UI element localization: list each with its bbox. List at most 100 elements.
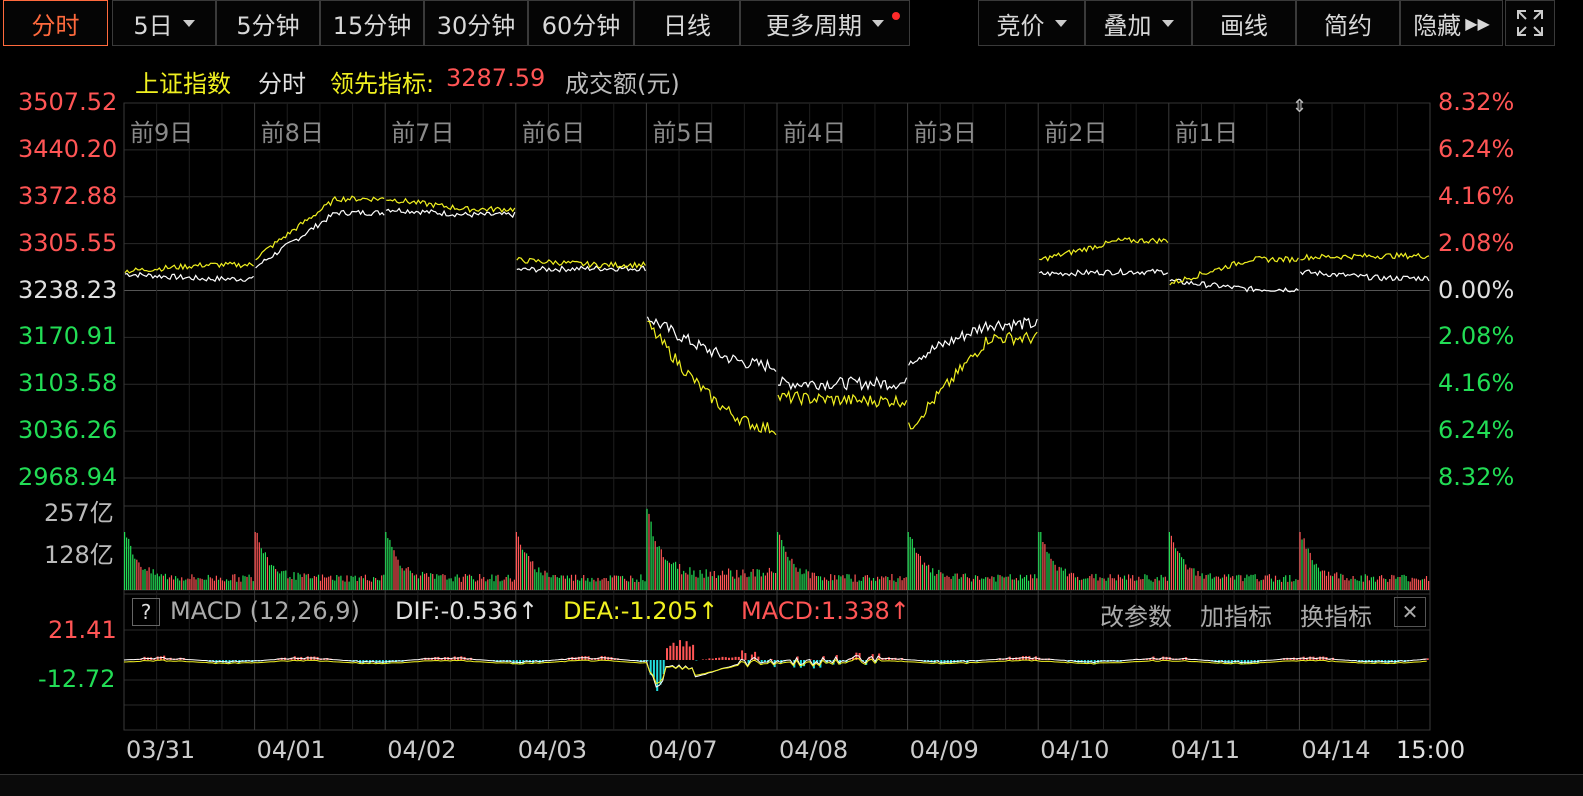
volume-bar [387,538,388,590]
volume-bar [420,576,421,591]
volume-bar [969,578,970,590]
date-label: 04/10 [1040,736,1109,764]
volume-bar [816,576,817,590]
volume-bar [1348,581,1349,591]
volume-bar [530,562,531,590]
volume-bar [451,578,452,590]
volume-bar [271,565,272,590]
help-icon[interactable]: ? [132,598,160,626]
volume-bar [369,581,370,590]
day-label: 前9日 [130,113,193,148]
volume-bar [553,575,554,590]
volume-bar [1232,576,1233,590]
volume-bar [624,579,625,590]
macd-name: MACD (12,26,9) [170,597,360,625]
volume-bar [779,535,780,590]
volume-bar [1095,574,1096,590]
volume-bar [249,575,250,590]
volume-bar [1399,577,1400,590]
volume-bar [255,532,256,590]
volume-bar [726,575,727,590]
volume-bar [965,574,966,591]
volume-bar [1114,578,1115,590]
date-label: 04/11 [1171,736,1240,764]
volume-bar [1259,581,1260,590]
percent-tick: 6.24% [1438,416,1514,444]
volume-bar [734,579,735,590]
volume-bar [930,572,931,590]
volume-bar [712,576,713,590]
volume-bar [720,575,721,590]
volume-bar [1034,574,1035,590]
volume-bar [544,571,545,590]
volume-bar [555,575,556,590]
volume-bar [679,564,680,590]
volume-bar [936,574,937,590]
volume-bar [667,561,668,590]
date-label: 04/14 [1301,736,1370,764]
volume-bar [1367,576,1368,590]
volume-bar [1134,581,1135,590]
macd-dea: DEA:-1.205↑ [563,597,718,625]
volume-bar [238,577,239,590]
volume-bar [593,580,594,590]
scroll-handle-icon[interactable]: ⇕ [1292,96,1307,117]
volume-bar [1406,576,1407,590]
volume-bar [512,582,513,590]
volume-bar [412,573,413,590]
volume-bar [528,556,529,590]
volume-bar [510,578,511,590]
switch-indicator-button[interactable]: 换指标 [1300,597,1372,632]
volume-bar [1293,581,1294,590]
volume-bar [616,576,617,590]
date-label: 04/01 [257,736,326,764]
volume-bar [408,567,409,590]
volume-bar [861,581,862,590]
volume-bar [1255,574,1256,590]
volume-bar [812,573,813,590]
day-label: 前5日 [652,113,715,148]
volume-bar [1073,573,1074,590]
close-icon[interactable]: ✕ [1394,597,1426,627]
volume-bar [298,573,299,590]
volume-bar [1332,576,1333,590]
volume-bar [606,578,607,590]
macd-bar [692,645,694,660]
volume-bar [610,575,611,590]
volume-bar [1248,576,1249,590]
volume-bar [1287,582,1288,590]
volume-bar [1263,580,1264,590]
volume-bar [385,532,386,590]
volume-bar [1042,542,1043,590]
volume-bar [561,575,562,590]
volume-bar [640,574,641,590]
change-params-button[interactable]: 改参数 [1100,597,1172,632]
volume-bar [1289,575,1290,590]
add-indicator-button[interactable]: 加指标 [1200,597,1272,632]
volume-bar [742,570,743,591]
volume-bar [934,576,935,590]
volume-bar [755,577,756,591]
volume-bar [234,574,235,590]
volume-bar [457,574,458,590]
volume-bar [802,574,803,590]
volume-bar [704,578,705,590]
volume-bar [1130,578,1131,590]
percent-tick: 4.16% [1438,369,1514,397]
volume-bar [971,582,972,591]
volume-bar [1328,572,1329,590]
volume-bar [140,567,141,590]
volume-bar [1040,532,1041,590]
volume-bar [1163,577,1164,590]
volume-bar [1069,574,1070,590]
volume-bar [1002,576,1003,590]
volume-bar [618,576,619,590]
volume-bar [1301,540,1302,591]
volume-bar [877,577,878,590]
volume-bar [1361,576,1362,591]
volume-bar [465,574,466,590]
volume-bar [1085,579,1086,590]
volume-bar [891,574,892,590]
volume-bar [944,577,945,590]
volume-bar [634,582,635,590]
